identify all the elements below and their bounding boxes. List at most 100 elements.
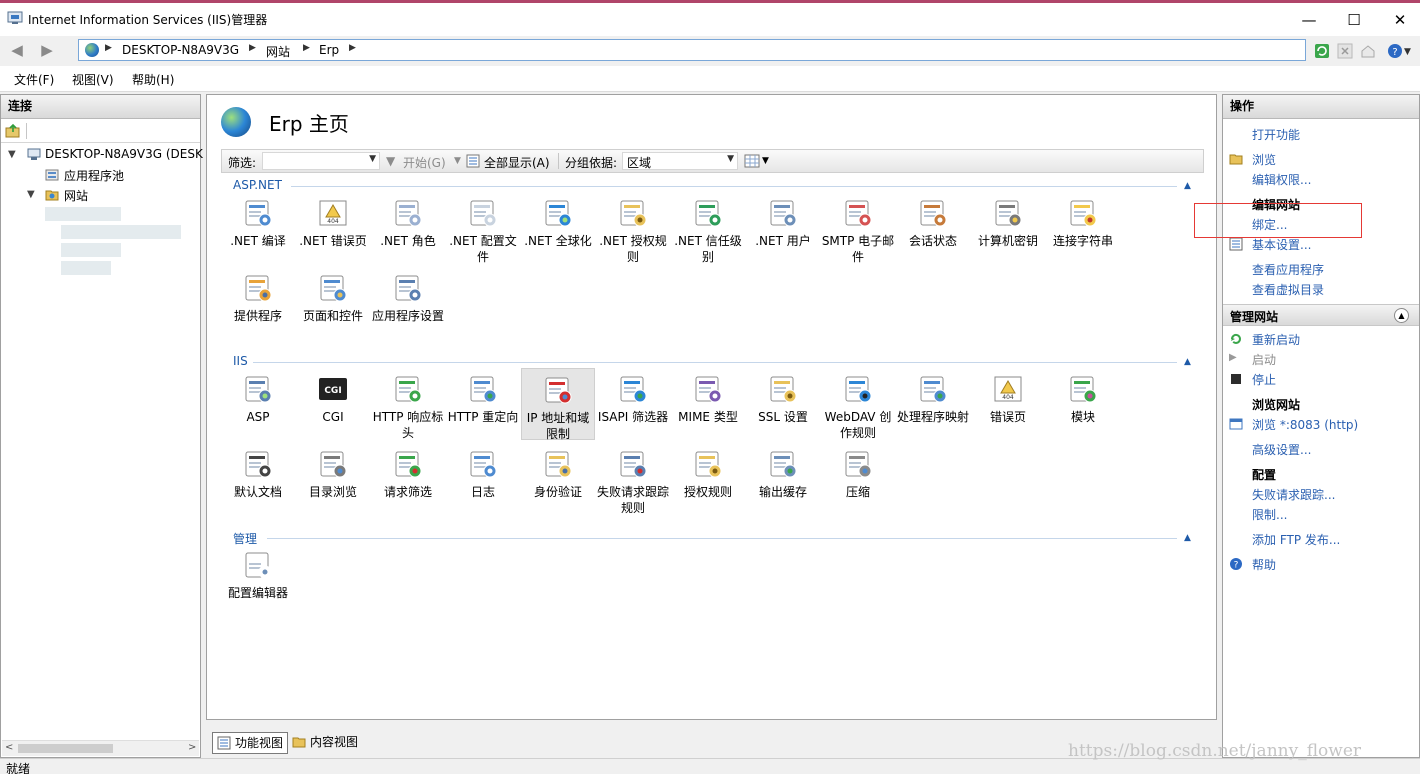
feature-modules[interactable]: 模块 (1046, 368, 1120, 440)
feature-smtp[interactable]: SMTP 电子邮件 (821, 192, 895, 264)
feature-profile[interactable]: .NET 配置文件 (446, 192, 520, 264)
collapse-section-icon[interactable]: ▲ (1184, 181, 1191, 191)
feature-mime-types[interactable]: MIME 类型 (671, 368, 745, 440)
feature-authorization[interactable]: .NET 授权规则 (596, 192, 670, 264)
show-all-button[interactable]: 全部显示(A) (484, 154, 550, 171)
breadcrumb-item-server[interactable]: DESKTOP-N8A9V3G (122, 43, 239, 57)
close-button[interactable]: ✕ (1377, 7, 1420, 33)
tab-content-view[interactable]: 内容视图 (288, 732, 362, 754)
feature-request-filtering[interactable]: 请求筛选 (371, 443, 445, 515)
action-help[interactable]: 帮助 (1252, 556, 1276, 573)
menu-help[interactable]: 帮助(H) (132, 71, 174, 88)
tab-features-view[interactable]: 功能视图 (212, 732, 289, 754)
minimize-button[interactable]: — (1286, 7, 1332, 33)
stop-icon[interactable] (1337, 43, 1353, 59)
feature-authentication[interactable]: 身份验证 (521, 443, 595, 515)
feature-globe[interactable]: .NET 全球化 (521, 192, 595, 264)
feature-label: .NET 角色 (380, 234, 436, 248)
action-browse-http[interactable]: 浏览 *:8083 (http) (1252, 416, 1358, 433)
feature-users[interactable]: .NET 用户 (746, 192, 820, 264)
feature-logging[interactable]: 日志 (446, 443, 520, 515)
feature-asp[interactable]: ASP (221, 368, 295, 440)
help-dropdown-icon[interactable]: ▼ (1404, 47, 1411, 57)
feature-providers[interactable]: 提供程序 (221, 267, 295, 339)
feature-connection-string[interactable]: 连接字符串 (1046, 192, 1120, 264)
feature-label: 默认文档 (233, 485, 282, 499)
menu-file[interactable]: 文件(F) (14, 71, 54, 88)
action-basic-settings[interactable]: 基本设置... (1252, 236, 1311, 253)
back-arrow-icon[interactable]: ◀ (4, 39, 30, 63)
menu-view[interactable]: 视图(V) (72, 71, 114, 88)
feature-error-pages[interactable]: 404 错误页 (971, 368, 1045, 440)
go-dropdown-icon[interactable]: ▼ (454, 156, 461, 166)
status-text: 就绪 (6, 762, 31, 774)
breadcrumb[interactable]: ▶ DESKTOP-N8A9V3G ▶ 网站 ▶ Erp ▶ (78, 39, 1306, 61)
feature-http-headers[interactable]: HTTP 响应标头 (371, 368, 445, 440)
feature-http-redirect[interactable]: HTTP 重定向 (446, 368, 520, 440)
action-failed-request-tracing[interactable]: 失败请求跟踪... (1252, 486, 1335, 503)
collapse-section-icon[interactable]: ▲ (1184, 533, 1191, 543)
feature-ssl[interactable]: SSL 设置 (746, 368, 820, 440)
action-advanced-settings[interactable]: 高级设置... (1252, 441, 1311, 458)
scroll-right-icon[interactable]: > (188, 742, 196, 753)
group-by-select[interactable]: 区域 ▼ (622, 152, 738, 170)
action-limits[interactable]: 限制... (1252, 506, 1287, 523)
action-start: 启动 (1252, 353, 1277, 367)
home-icon[interactable] (1360, 43, 1376, 59)
app-settings-icon (395, 275, 422, 302)
authentication-icon (545, 451, 572, 478)
tree-item-sites[interactable]: 网站 (64, 187, 88, 204)
view-mode-icon[interactable] (744, 154, 760, 168)
feature-directory-browsing[interactable]: 目录浏览 (296, 443, 370, 515)
tree-expand-icon[interactable]: ▼ (8, 149, 16, 160)
feature-pages-controls[interactable]: 页面和控件 (296, 267, 370, 339)
action-view-applications[interactable]: 查看应用程序 (1252, 261, 1324, 278)
action-view-virtual-dirs[interactable]: 查看虚拟目录 (1252, 281, 1324, 298)
connections-scrollbar[interactable]: < > (2, 740, 199, 756)
feature-config-editor[interactable]: 配置编辑器 (221, 544, 295, 616)
tree-expand-icon[interactable]: ▼ (27, 189, 35, 200)
action-edit-permissions[interactable]: 编辑权限... (1252, 171, 1311, 188)
feature-compile[interactable]: .NET 编译 (221, 192, 295, 264)
breadcrumb-item-erp[interactable]: Erp (319, 43, 339, 57)
compile-icon (245, 200, 272, 227)
collapse-manage-site-icon[interactable]: ▲ (1394, 308, 1409, 323)
feature-roles[interactable]: .NET 角色 (371, 192, 445, 264)
action-browse[interactable]: 浏览 (1252, 151, 1276, 168)
maximize-button[interactable]: ☐ (1331, 7, 1377, 33)
feature-output-caching[interactable]: 输出缓存 (746, 443, 820, 515)
go-button[interactable]: 开始(G) (403, 154, 446, 171)
feature-compression[interactable]: 压缩 (821, 443, 895, 515)
feature-isapi-filter[interactable]: ISAPI 筛选器 (596, 368, 670, 440)
help-icon[interactable]: ? (1387, 43, 1403, 59)
feature-authorization-rules[interactable]: 授权规则 (671, 443, 745, 515)
refresh-icon[interactable] (1314, 43, 1330, 59)
feature-ip-restrictions[interactable]: IP 地址和域限制 (521, 368, 595, 441)
tree-item-server[interactable]: DESKTOP-N8A9V3G (DESK (45, 147, 203, 161)
webdav-icon (845, 376, 872, 403)
collapse-section-icon[interactable]: ▲ (1184, 357, 1191, 367)
feature-error-page[interactable]: 404 .NET 错误页 (296, 192, 370, 264)
view-mode-dropdown-icon[interactable]: ▼ (762, 156, 769, 166)
feature-app-settings[interactable]: 应用程序设置 (371, 267, 445, 339)
connect-icon[interactable] (5, 123, 21, 139)
feature-cgi[interactable]: CGI CGI (296, 368, 370, 440)
action-open-feature[interactable]: 打开功能 (1252, 126, 1300, 143)
feature-trust-level[interactable]: .NET 信任级别 (671, 192, 745, 264)
feature-webdav[interactable]: WebDAV 创作规则 (821, 368, 895, 440)
feature-machine-key[interactable]: 计算机密钥 (971, 192, 1045, 264)
filter-input[interactable]: ▼ (262, 152, 380, 170)
forward-arrow-icon[interactable]: ▶ (34, 39, 60, 63)
action-restart[interactable]: 重新启动 (1252, 331, 1300, 348)
breadcrumb-item-sites[interactable]: 网站 (266, 43, 290, 60)
tree-item-app-pools[interactable]: 应用程序池 (64, 167, 124, 184)
feature-failed-request-tracing[interactable]: 失败请求跟踪规则 (596, 443, 670, 515)
scrollbar-thumb[interactable] (18, 744, 113, 753)
action-stop[interactable]: 停止 (1252, 371, 1276, 388)
feature-default-document[interactable]: 默认文档 (221, 443, 295, 515)
action-add-ftp[interactable]: 添加 FTP 发布... (1252, 531, 1340, 548)
feature-handler-mappings[interactable]: 处理程序映射 (896, 368, 970, 440)
feature-session[interactable]: 会话状态 (896, 192, 970, 264)
section-title-aspnet: ASP.NET (233, 178, 282, 192)
scroll-left-icon[interactable]: < (5, 742, 13, 753)
